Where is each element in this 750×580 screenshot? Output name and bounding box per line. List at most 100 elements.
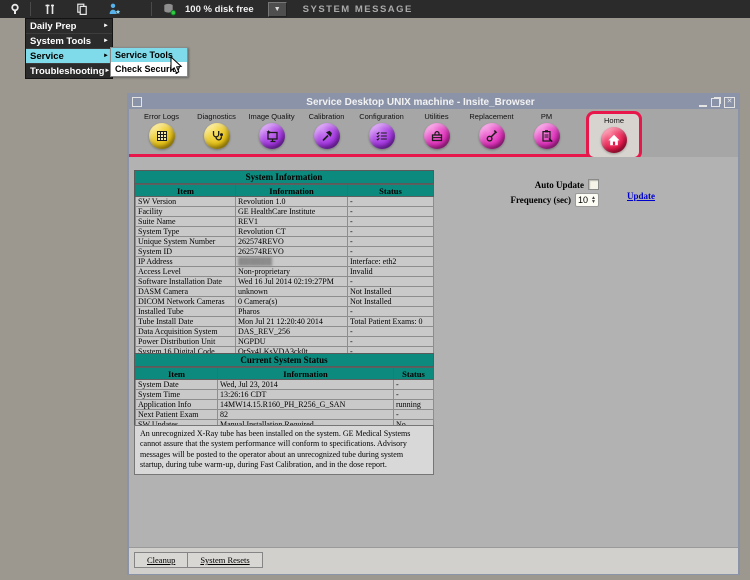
tab-diagnostics[interactable]: Diagnostics (189, 112, 244, 154)
maximize-icon[interactable] (711, 98, 720, 107)
minimize-icon[interactable] (699, 97, 707, 107)
table-row: Software Installation Date Wed 16 Jul 20… (136, 277, 434, 287)
information-cell: 262574REVO (236, 237, 348, 247)
information-cell: 0 Camera(s) (236, 297, 348, 307)
cleanup-button[interactable]: Cleanup (135, 553, 187, 567)
auto-update-panel: Auto Update Frequency (sec) 10 ▲▼ (459, 179, 599, 210)
menu-item-daily-prep[interactable]: Daily Prep ► (26, 19, 112, 34)
item-cell: Data Acquisition System (136, 327, 236, 337)
status-cell: - (348, 197, 434, 207)
table-row: Next Patient Exam 82 - (136, 410, 434, 420)
table-row: Data Acquisition System DAS_REV_256 - (136, 327, 434, 337)
system-information-table: System Information Item Information Stat… (134, 170, 434, 358)
menu-item-label: Daily Prep (30, 21, 76, 32)
service-desktop-window: Service Desktop UNIX machine - Insite_Br… (127, 93, 740, 575)
tab-home-active[interactable]: Home (586, 111, 642, 160)
menu-item-service[interactable]: Service ► (26, 49, 112, 64)
item-cell: Facility (136, 207, 236, 217)
chevron-down-icon: ▼ (274, 6, 281, 13)
table-row: Facility GE HealthCare Institute - (136, 207, 434, 217)
status-cell: - (348, 207, 434, 217)
tab-pm[interactable]: PM (519, 112, 574, 154)
table-row: SW Version Revolution 1.0 - (136, 197, 434, 207)
close-icon[interactable]: ✕ (724, 97, 735, 108)
tab-replacement[interactable]: Replacement (464, 112, 519, 154)
auto-update-checkbox[interactable] (588, 179, 599, 190)
tab-configuration[interactable]: Configuration (354, 112, 409, 154)
tab-label: Home (604, 116, 624, 125)
footer-button-group: Cleanup System Resets (134, 552, 263, 568)
system-resets-button[interactable]: System Resets (187, 553, 261, 567)
table-row: Power Distribution Unit NGPDU - (136, 337, 434, 347)
status-cell: - (348, 337, 434, 347)
tab-label: Utilities (424, 112, 448, 121)
tab-image-quality[interactable]: Image Quality (244, 112, 299, 154)
frequency-spinner[interactable]: 10 ▲▼ (575, 193, 599, 207)
tab-label: Configuration (359, 112, 404, 121)
table-row: System ID 262574REVO - (136, 247, 434, 257)
window-titlebar[interactable]: Service Desktop UNIX machine - Insite_Br… (129, 95, 738, 109)
information-cell: unknown (236, 287, 348, 297)
item-cell: Application Info (136, 400, 218, 410)
table-row: Unique System Number 262574REVO - (136, 237, 434, 247)
status-cell: - (348, 307, 434, 317)
information-cell: 262574REVO (236, 247, 348, 257)
menu-item-troubleshooting[interactable]: Troubleshooting ► (26, 64, 112, 78)
replacement-icon (479, 123, 505, 149)
tools-menu-icon[interactable] (39, 1, 61, 17)
spinner-arrows-icon[interactable]: ▲▼ (591, 196, 596, 204)
window-title: Service Desktop UNIX machine - Insite_Br… (142, 97, 699, 108)
status-cell: - (348, 227, 434, 237)
update-link[interactable]: Update (627, 191, 655, 201)
pm-icon (534, 123, 560, 149)
frequency-label: Frequency (sec) (510, 195, 571, 205)
item-cell: System Date (136, 380, 218, 390)
column-header: Status (394, 368, 434, 380)
mouse-cursor (170, 56, 183, 75)
table-row: System Date Wed, Jul 23, 2014 - (136, 380, 434, 390)
table-row: Access Level Non-proprietary Invalid (136, 267, 434, 277)
status-cell: - (348, 277, 434, 287)
table-row: System Type Revolution CT - (136, 227, 434, 237)
menu-item-label: Service (30, 51, 64, 62)
item-cell: DICOM Network Cameras (136, 297, 236, 307)
status-cell: Not Installed (348, 287, 434, 297)
information-cell: 13:26:16 CDT (218, 390, 394, 400)
table-row: DICOM Network Cameras 0 Camera(s) Not In… (136, 297, 434, 307)
table-row: Installed Tube Pharos - (136, 307, 434, 317)
information-cell: 14MW14.15.R160_PH_R256_G_SAN (218, 400, 394, 410)
system-message-text: SYSTEM MESSAGE (303, 4, 413, 15)
column-header: Status (348, 185, 434, 197)
table-row: Tube Install Date Mon Jul 21 12:20:40 20… (136, 317, 434, 327)
tab-utilities[interactable]: Utilities (409, 112, 464, 154)
tab-error-logs[interactable]: Error Logs (134, 112, 189, 154)
column-header: Item (136, 368, 218, 380)
item-cell: System Time (136, 390, 218, 400)
status-cell: Total Patient Exams: 0 (348, 317, 434, 327)
home-icon (601, 127, 627, 153)
item-cell: System ID (136, 247, 236, 257)
lightbulb-icon[interactable] (4, 1, 26, 17)
column-header: Item (136, 185, 236, 197)
table-row: System Time 13:26:16 CDT - (136, 390, 434, 400)
status-cell: - (348, 327, 434, 337)
clipboard-copy-icon[interactable] (71, 1, 93, 17)
message-dropdown-button[interactable]: ▼ (268, 2, 287, 17)
current-system-status-table: Current System Status Item Information S… (134, 353, 434, 431)
information-cell: Mon Jul 21 12:20:40 2014 (236, 317, 348, 327)
error-logs-icon (149, 123, 175, 149)
tab-calibration[interactable]: Calibration (299, 112, 354, 154)
home-content: System Information Item Information Stat… (129, 157, 738, 547)
status-cell: - (348, 237, 434, 247)
information-cell: Revolution 1.0 (236, 197, 348, 207)
top-menubar: 100 % disk free ▼ SYSTEM MESSAGE (0, 0, 750, 18)
information-cell: ██████ (236, 257, 348, 267)
user-star-icon[interactable] (103, 1, 125, 17)
frequency-value: 10 (578, 195, 588, 205)
table-row: Suite Name REV1 - (136, 217, 434, 227)
status-cell: - (394, 410, 434, 420)
information-cell: DAS_REV_256 (236, 327, 348, 337)
menu-item-system-tools[interactable]: System Tools ► (26, 34, 112, 49)
tab-label: Calibration (309, 112, 345, 121)
tab-label: Image Quality (248, 112, 294, 121)
